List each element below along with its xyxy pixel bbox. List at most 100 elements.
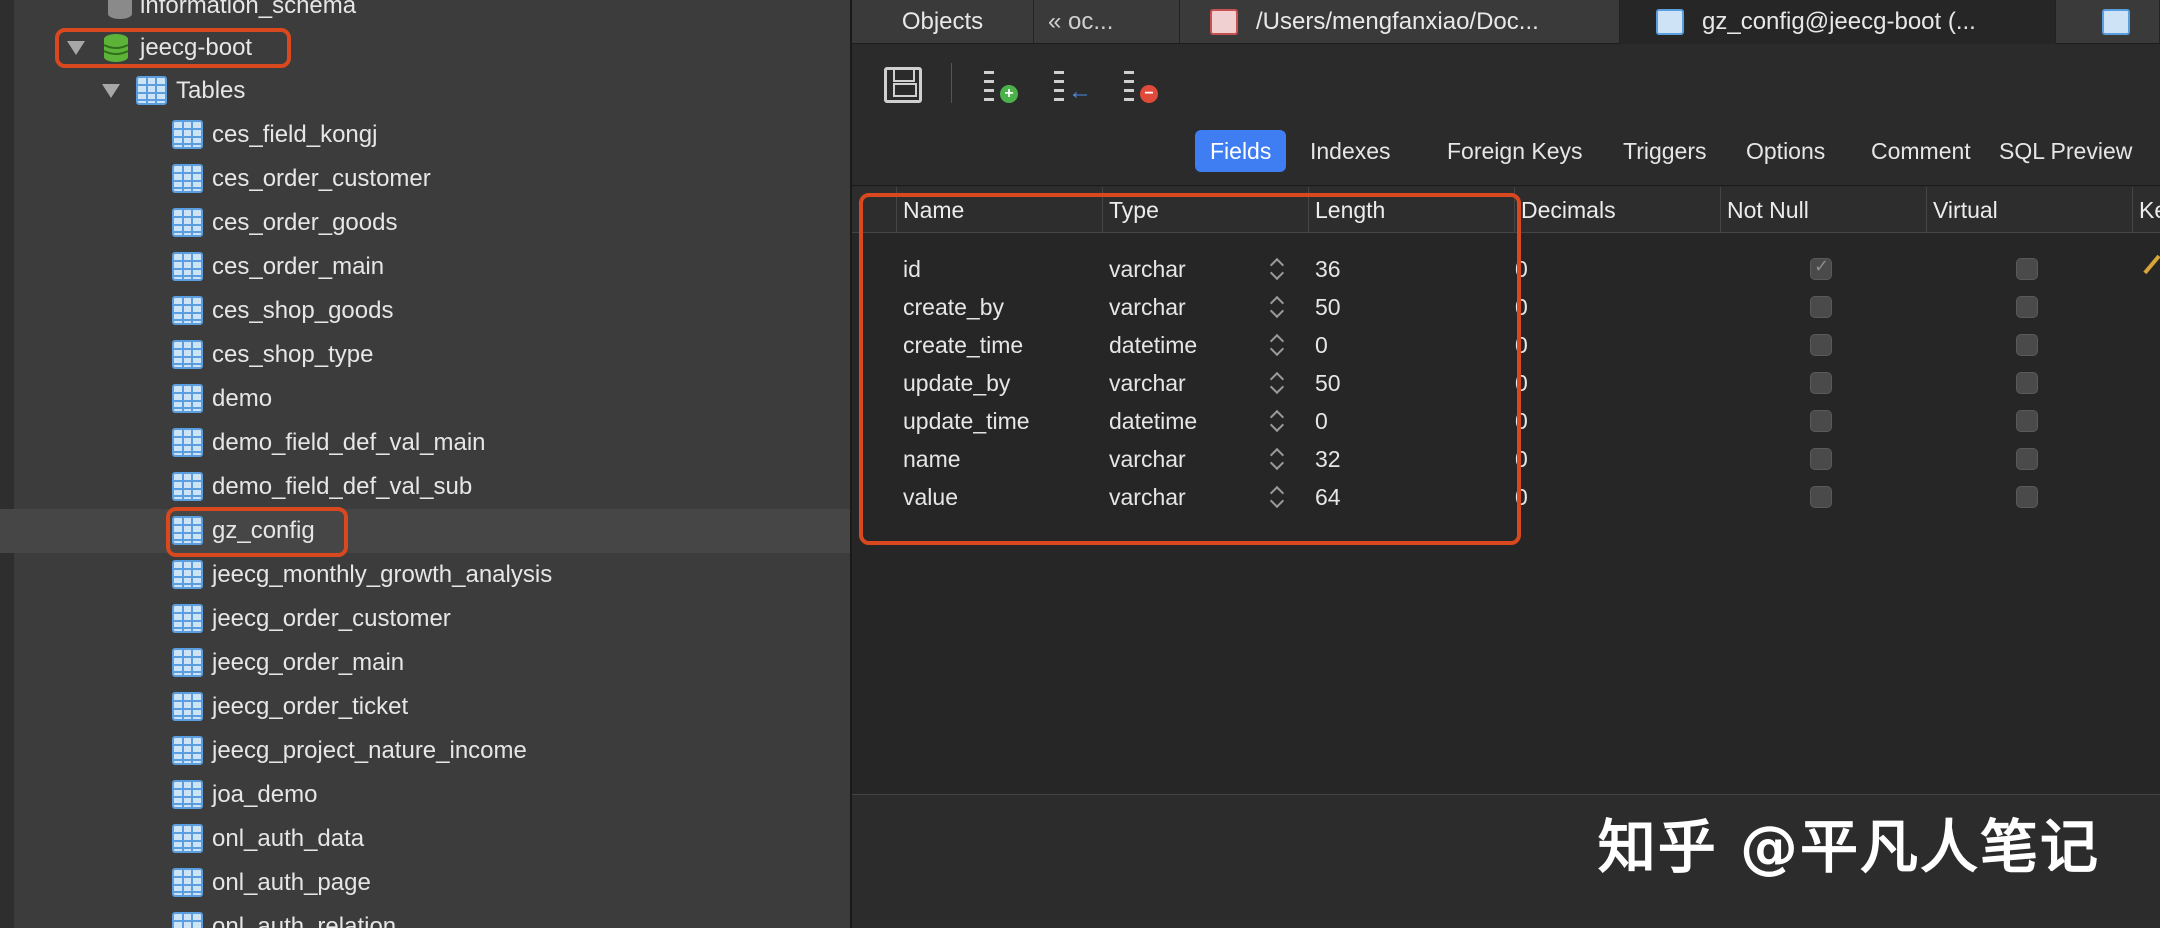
field-type-cell[interactable]: datetime — [1109, 326, 1197, 364]
field-type-cell[interactable]: varchar — [1109, 364, 1186, 402]
tab-more[interactable] — [2056, 0, 2160, 44]
virtual-checkbox[interactable] — [2016, 486, 2038, 508]
field-name-cell[interactable]: create_time — [903, 326, 1023, 364]
delete-field-icon[interactable]: − — [1122, 67, 1160, 103]
tab-triggers[interactable]: Triggers — [1608, 130, 1722, 172]
field-length-cell[interactable]: 36 — [1315, 250, 1341, 288]
type-stepper-icon[interactable] — [1269, 484, 1285, 510]
not-null-checkbox[interactable] — [1810, 256, 1832, 280]
field-decimals-cell[interactable]: 0 — [1515, 440, 1528, 478]
type-stepper-icon[interactable] — [1269, 446, 1285, 472]
column-header-length[interactable]: Length — [1308, 187, 1514, 233]
sidebar-table-item[interactable]: onl_auth_data — [0, 817, 850, 861]
tab-query-file[interactable]: /Users/mengfanxiao/Doc... — [1180, 0, 1620, 44]
sidebar-table-item[interactable]: joa_demo — [0, 773, 850, 817]
virtual-checkbox[interactable] — [2016, 448, 2038, 470]
fields-grid: Name Type Length Decimals Not Null Virtu… — [852, 187, 2160, 794]
sidebar-table-item[interactable]: jeecg_project_nature_income — [0, 729, 850, 773]
virtual-checkbox[interactable] — [2016, 258, 2038, 280]
sidebar-table-item[interactable]: jeecg_order_customer — [0, 597, 850, 641]
tab-foreign-keys[interactable]: Foreign Keys — [1432, 130, 1598, 172]
save-icon[interactable] — [884, 67, 922, 103]
field-decimals-cell[interactable]: 0 — [1515, 288, 1528, 326]
field-length-cell[interactable]: 0 — [1315, 402, 1328, 440]
field-name-cell[interactable]: create_by — [903, 288, 1004, 326]
field-type-cell[interactable]: varchar — [1109, 250, 1186, 288]
sidebar-table-item[interactable]: gz_config — [0, 509, 850, 553]
sidebar-table-item[interactable]: jeecg_monthly_growth_analysis — [0, 553, 850, 597]
field-name-cell[interactable]: id — [903, 250, 921, 288]
type-stepper-icon[interactable] — [1269, 332, 1285, 358]
tree-item-tables-group[interactable]: Tables — [0, 69, 850, 113]
tab-options[interactable]: Options — [1731, 130, 1840, 172]
add-field-icon[interactable]: + — [982, 67, 1020, 103]
column-header-virtual[interactable]: Virtual — [1926, 187, 2132, 233]
sidebar-table-item[interactable]: ces_shop_type — [0, 333, 850, 377]
virtual-checkbox[interactable] — [2016, 410, 2038, 432]
insert-field-icon[interactable]: ← — [1052, 67, 1092, 104]
type-stepper-icon[interactable] — [1269, 294, 1285, 320]
table-icon — [172, 384, 203, 413]
sidebar-table-item[interactable]: demo_field_def_val_sub — [0, 465, 850, 509]
sidebar-table-item[interactable]: onl_auth_page — [0, 861, 850, 905]
sidebar-table-item[interactable]: ces_order_main — [0, 245, 850, 289]
not-null-checkbox[interactable] — [1810, 410, 1832, 432]
column-header-key[interactable]: Ke — [2132, 187, 2160, 233]
field-type-cell[interactable]: varchar — [1109, 478, 1186, 516]
column-header-name[interactable]: Name — [896, 187, 1102, 233]
field-name-cell[interactable]: update_by — [903, 364, 1010, 402]
field-decimals-cell[interactable]: 0 — [1515, 364, 1528, 402]
sidebar-table-item[interactable]: ces_order_goods — [0, 201, 850, 245]
sidebar-table-item[interactable]: demo_field_def_val_main — [0, 421, 850, 465]
column-header-type[interactable]: Type — [1102, 187, 1308, 233]
field-length-cell[interactable]: 50 — [1315, 288, 1341, 326]
sidebar-table-item[interactable]: ces_field_kongj — [0, 113, 850, 157]
field-decimals-cell[interactable]: 0 — [1515, 402, 1528, 440]
not-null-checkbox[interactable] — [1810, 372, 1832, 394]
field-decimals-cell[interactable]: 0 — [1515, 250, 1528, 288]
field-length-cell[interactable]: 50 — [1315, 364, 1341, 402]
field-type-cell[interactable]: datetime — [1109, 402, 1197, 440]
field-name-cell[interactable]: name — [903, 440, 961, 478]
tab-comment[interactable]: Comment — [1856, 130, 1986, 172]
table-name: ces_shop_type — [212, 341, 374, 368]
field-length-cell[interactable]: 32 — [1315, 440, 1341, 478]
tab-indexes[interactable]: Indexes — [1295, 130, 1406, 172]
not-null-checkbox[interactable] — [1810, 296, 1832, 318]
sidebar-table-item[interactable]: ces_shop_goods — [0, 289, 850, 333]
tab-fields[interactable]: Fields — [1195, 130, 1287, 172]
not-null-checkbox[interactable] — [1810, 448, 1832, 470]
field-length-cell[interactable]: 0 — [1315, 326, 1328, 364]
sidebar-table-item[interactable]: demo — [0, 377, 850, 421]
tab-label: Objects — [901, 8, 984, 35]
tab-design-table[interactable]: gz_config@jeecg-boot (... — [1620, 0, 2056, 44]
sidebar-table-item[interactable]: jeecg_order_ticket — [0, 685, 850, 729]
virtual-checkbox[interactable] — [2016, 296, 2038, 318]
tree-item-database[interactable]: jeecg-boot — [0, 26, 850, 70]
field-type-cell[interactable]: varchar — [1109, 440, 1186, 478]
column-header-decimals[interactable]: Decimals — [1514, 187, 1720, 233]
field-name-cell[interactable]: value — [903, 478, 958, 516]
type-stepper-icon[interactable] — [1269, 408, 1285, 434]
not-null-checkbox[interactable] — [1810, 334, 1832, 356]
column-header-not-null[interactable]: Not Null — [1720, 187, 1926, 233]
sidebar-table-item[interactable]: jeecg_order_main — [0, 641, 850, 685]
virtual-checkbox[interactable] — [2016, 372, 2038, 394]
tab-back[interactable]: « oc... — [1034, 0, 1180, 44]
sidebar-table-item[interactable]: ces_order_customer — [0, 157, 850, 201]
disclosure-triangle-icon[interactable] — [67, 41, 85, 55]
field-decimals-cell[interactable]: 0 — [1515, 326, 1528, 364]
tree-item-information-schema[interactable]: information_schema — [0, 0, 850, 28]
tab-objects[interactable]: Objects — [852, 0, 1034, 44]
field-decimals-cell[interactable]: 0 — [1515, 478, 1528, 516]
sidebar-table-item[interactable]: onl_auth_relation — [0, 905, 850, 928]
virtual-checkbox[interactable] — [2016, 334, 2038, 356]
not-null-checkbox[interactable] — [1810, 486, 1832, 508]
type-stepper-icon[interactable] — [1269, 256, 1285, 282]
field-length-cell[interactable]: 64 — [1315, 478, 1341, 516]
type-stepper-icon[interactable] — [1269, 370, 1285, 396]
tab-sql-preview[interactable]: SQL Preview — [1984, 130, 2147, 172]
field-name-cell[interactable]: update_time — [903, 402, 1030, 440]
field-type-cell[interactable]: varchar — [1109, 288, 1186, 326]
disclosure-triangle-icon[interactable] — [102, 84, 120, 98]
